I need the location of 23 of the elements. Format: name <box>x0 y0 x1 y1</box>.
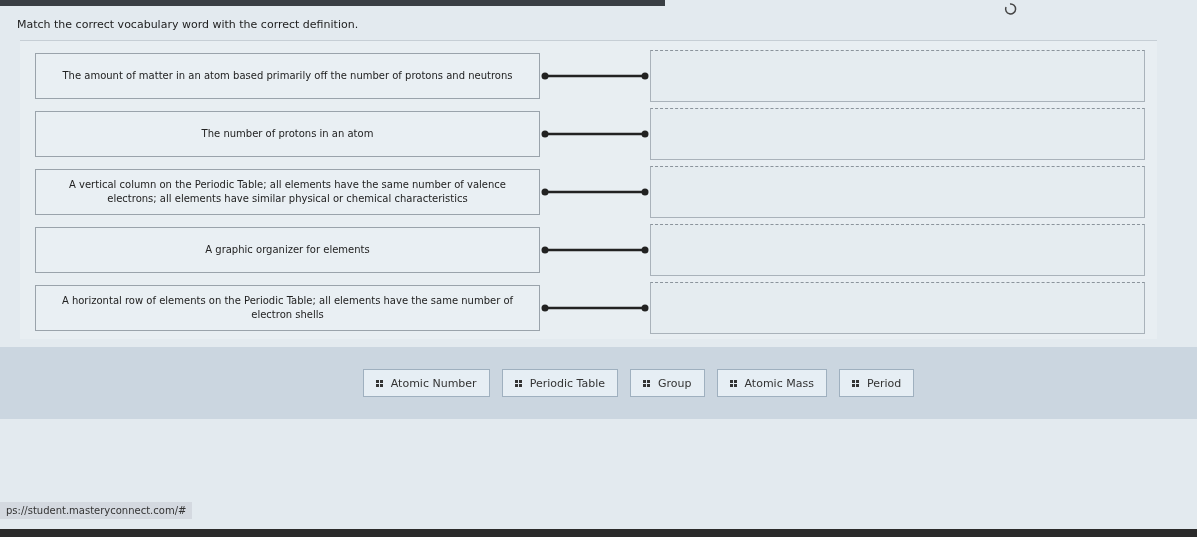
definition-card: A horizontal row of elements on the Periodic Table; all elements have the same number of electron shells <box>35 285 540 331</box>
refresh-icon <box>1003 2 1017 16</box>
connector-line[interactable] <box>540 129 650 139</box>
definition-card: A vertical column on the Periodic Table; all elements have the same number of valence electrons; all elements have similar physical or chemical characteristics <box>35 169 540 215</box>
drag-handle-icon <box>643 379 650 387</box>
word-chip[interactable]: Atomic Mass <box>716 369 827 397</box>
word-chip[interactable]: Periodic Table <box>501 369 618 397</box>
word-chip[interactable]: Group <box>630 369 705 397</box>
drag-handle-icon <box>851 379 859 387</box>
connector-line[interactable] <box>540 71 650 81</box>
status-url: ps://student.masteryconnect.com/# <box>0 502 193 519</box>
definition-card: The amount of matter in an atom based primarily off the number of protons and neutrons <box>35 53 540 99</box>
definition-card: A graphic organizer for elements <box>35 227 540 273</box>
word-chip[interactable]: Period <box>838 369 915 397</box>
definition-card: The number of protons in an atom <box>35 111 540 157</box>
word-chip[interactable]: Atomic Number <box>362 369 490 397</box>
drag-handle-icon <box>514 379 522 387</box>
connector-line[interactable] <box>540 187 650 197</box>
connector-line[interactable] <box>540 245 650 255</box>
connector-line[interactable] <box>540 303 650 313</box>
drag-handle-icon <box>375 379 383 387</box>
drag-handle-icon <box>729 379 737 387</box>
instruction-text: Match the correct vocabulary word with the correct definition. <box>16 17 360 33</box>
